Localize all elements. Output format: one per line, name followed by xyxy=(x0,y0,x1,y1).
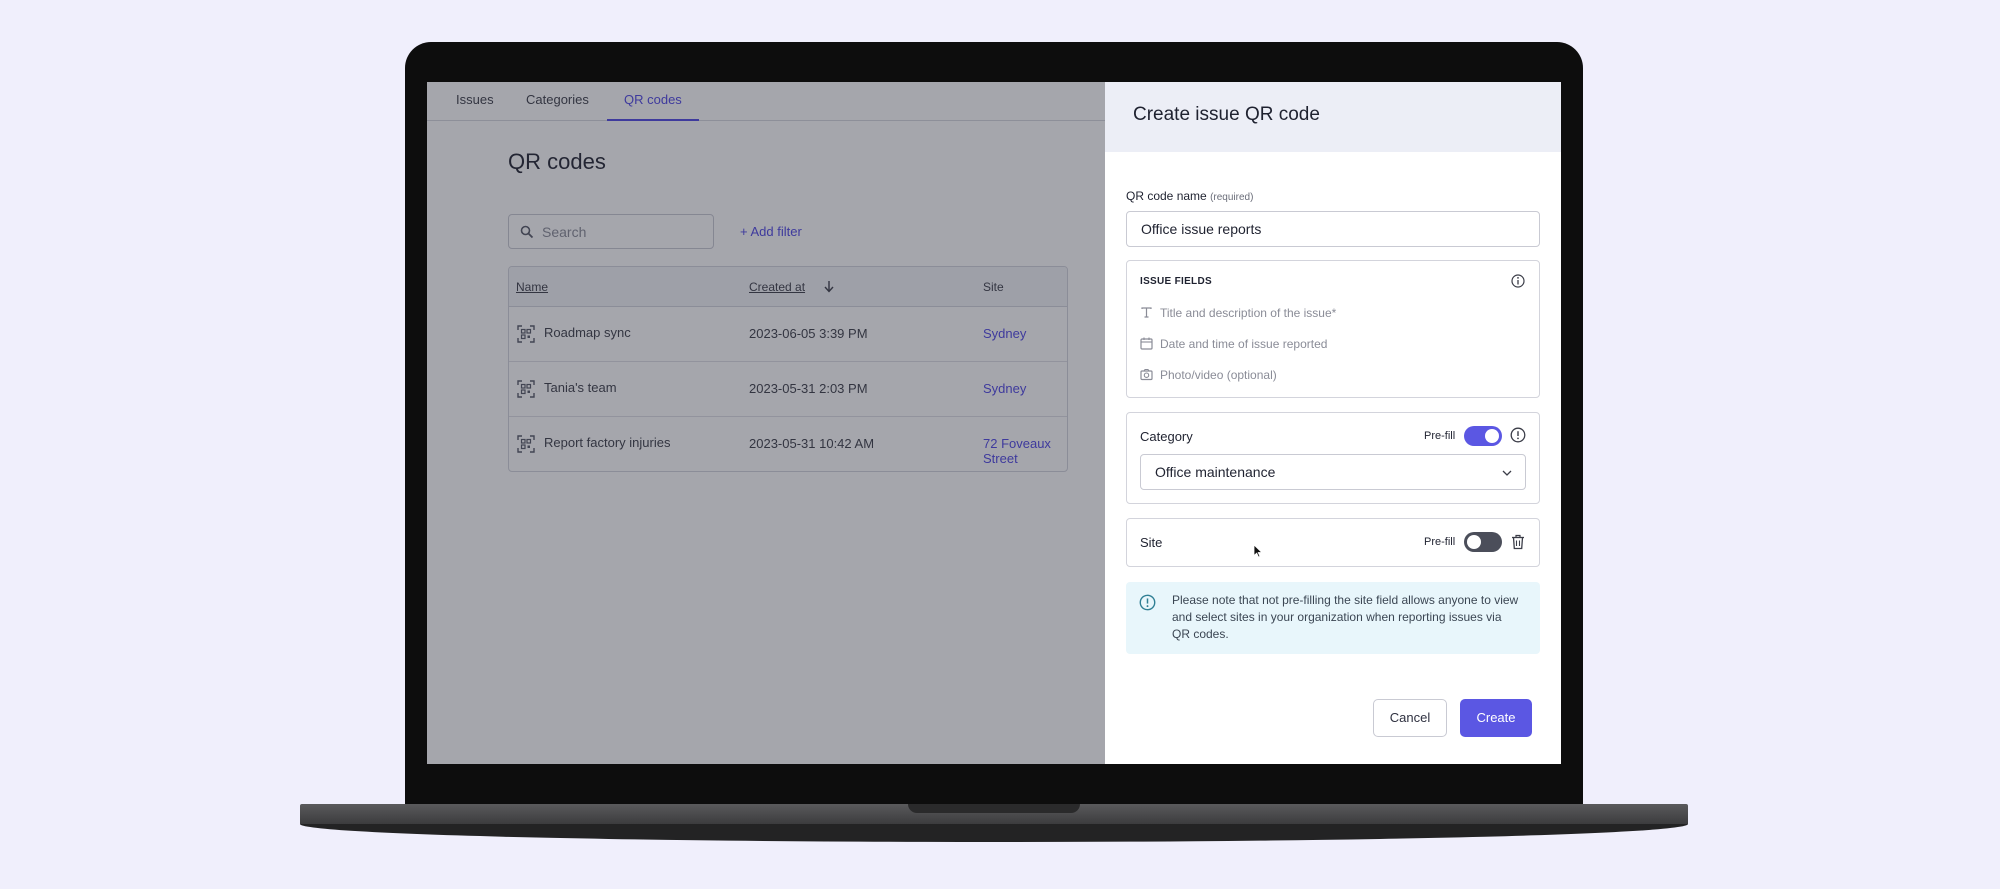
laptop-foot xyxy=(300,824,1688,842)
chevron-down-icon xyxy=(1502,470,1512,476)
toggle-knob xyxy=(1485,429,1499,443)
issue-field-label: Title and description of the issue* xyxy=(1160,306,1337,320)
create-button[interactable]: Create xyxy=(1460,699,1532,737)
laptop-hinge-notch xyxy=(908,804,1080,813)
notice-text: Please note that not pre-filling the sit… xyxy=(1172,593,1519,641)
cancel-button[interactable]: Cancel xyxy=(1373,699,1447,737)
issue-field-label: Date and time of issue reported xyxy=(1160,337,1328,351)
category-select[interactable]: Office maintenance xyxy=(1140,454,1526,490)
mouse-cursor-icon xyxy=(1253,544,1263,558)
camera-icon xyxy=(1140,368,1153,381)
alert-circle-icon[interactable] xyxy=(1510,427,1526,443)
laptop-screen: Issues Categories QR codes QR codes Sear… xyxy=(427,82,1561,764)
category-label: Category xyxy=(1140,429,1193,444)
category-selected-value: Office maintenance xyxy=(1155,464,1276,480)
site-prefill-toggle[interactable] xyxy=(1464,532,1502,552)
toggle-knob xyxy=(1467,535,1481,549)
required-hint: (required) xyxy=(1210,192,1254,203)
create-qr-code-drawer: Create issue QR code QR code name (requi… xyxy=(1105,82,1561,764)
qr-code-name-label: QR code name (required) xyxy=(1126,189,1253,203)
issue-fields-title: ISSUE FIELDS xyxy=(1140,276,1212,287)
category-prefill-toggle[interactable] xyxy=(1464,426,1502,446)
calendar-icon xyxy=(1140,337,1153,350)
text-icon xyxy=(1141,307,1152,318)
site-prefill-label: Pre-fill xyxy=(1424,536,1456,548)
info-icon[interactable] xyxy=(1511,274,1525,288)
issue-fields-card: ISSUE FIELDS Title and description of th… xyxy=(1126,260,1540,398)
drawer-title: Create issue QR code xyxy=(1133,104,1320,125)
qr-code-name-label-text: QR code name xyxy=(1126,189,1207,203)
drawer-header: Create issue QR code xyxy=(1105,82,1561,152)
site-label: Site xyxy=(1140,535,1163,550)
qr-code-name-input[interactable]: Office issue reports xyxy=(1126,211,1540,247)
category-card: Category Pre-fill Office maintenance xyxy=(1126,412,1540,504)
category-prefill-label: Pre-fill xyxy=(1424,430,1456,442)
trash-icon[interactable] xyxy=(1511,534,1525,550)
site-card: Site Pre-fill xyxy=(1126,518,1540,567)
issue-field-label: Photo/video (optional) xyxy=(1160,368,1277,382)
alert-circle-icon xyxy=(1139,594,1156,611)
site-prefill-notice: Please note that not pre-filling the sit… xyxy=(1126,582,1540,654)
